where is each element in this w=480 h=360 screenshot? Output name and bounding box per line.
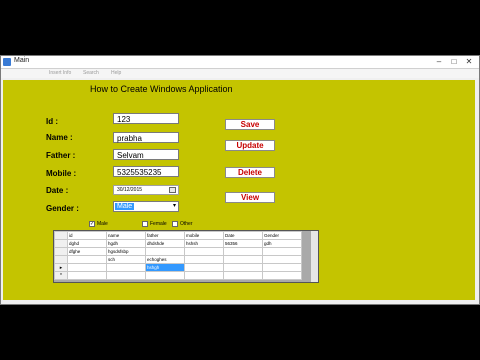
- date-value: 30/12/2015: [117, 187, 143, 193]
- chevron-down-icon[interactable]: ▾: [173, 202, 176, 211]
- gender-select[interactable]: Male ▾: [113, 201, 179, 212]
- data-grid[interactable]: id name father mobile Date Gender dghd h…: [53, 230, 319, 283]
- grid-cell[interactable]: [67, 271, 107, 280]
- table-row[interactable]: dghd hgdh dhdshde hshsh 56356 gdh: [54, 239, 302, 248]
- grid-cell[interactable]: [67, 255, 107, 264]
- grid-cell-selected[interactable]: hshgh: [145, 263, 185, 272]
- name-input[interactable]: prabha: [113, 132, 179, 143]
- grid-cell[interactable]: [262, 255, 302, 264]
- table-row-new[interactable]: *: [54, 271, 302, 280]
- grid-cell[interactable]: [106, 263, 146, 272]
- table-row[interactable]: sch echoghes: [54, 255, 302, 264]
- grid-cell[interactable]: gdh: [262, 239, 302, 248]
- id-label: Id :: [46, 117, 58, 126]
- grid-cell[interactable]: [184, 263, 224, 272]
- grid-cell[interactable]: [67, 263, 107, 272]
- grid-cell[interactable]: dhdshde: [145, 239, 185, 248]
- calendar-icon[interactable]: [169, 187, 176, 193]
- grid-cell[interactable]: dghd: [67, 239, 107, 248]
- other-label: Other: [180, 221, 193, 227]
- grid-cell[interactable]: [145, 247, 185, 256]
- table-row[interactable]: dfghe hgsdsfsbp: [54, 247, 302, 256]
- menu-item-search[interactable]: Search: [83, 70, 99, 76]
- other-checkbox[interactable]: [172, 221, 178, 227]
- row-marker[interactable]: [54, 239, 68, 248]
- column-header[interactable]: mobile: [184, 231, 224, 240]
- close-button[interactable]: ✕: [464, 57, 474, 66]
- grid-table: id name father mobile Date Gender dghd h…: [54, 231, 302, 280]
- mobile-label: Mobile :: [46, 169, 77, 178]
- grid-cell[interactable]: [223, 255, 263, 264]
- grid-cell[interactable]: hshsh: [184, 239, 224, 248]
- id-input[interactable]: 123: [113, 113, 179, 124]
- grid-cell[interactable]: [223, 247, 263, 256]
- app-icon: [3, 58, 11, 66]
- grid-cell[interactable]: [262, 263, 302, 272]
- menu-item-help[interactable]: Help: [111, 70, 121, 76]
- grid-cell[interactable]: [145, 271, 185, 280]
- grid-cell[interactable]: [184, 247, 224, 256]
- grid-cell[interactable]: [184, 255, 224, 264]
- date-label: Date :: [46, 186, 69, 195]
- name-label: Name :: [46, 133, 73, 142]
- date-picker[interactable]: 30/12/2015: [113, 185, 179, 195]
- menu-item-insert-info[interactable]: Insert Info: [49, 70, 71, 76]
- row-header-corner: [54, 231, 68, 240]
- view-button[interactable]: View: [225, 192, 275, 203]
- page-title: How to Create Windows Application: [90, 84, 233, 94]
- minimize-button[interactable]: –: [434, 57, 444, 66]
- grid-header-row: id name father mobile Date Gender: [54, 231, 302, 240]
- menu-bar: Insert Info Search Help: [1, 69, 479, 78]
- gender-selected-value: Male: [115, 203, 135, 210]
- grid-cell[interactable]: hgdh: [106, 239, 146, 248]
- update-button[interactable]: Update: [225, 140, 275, 151]
- grid-cell[interactable]: 56356: [223, 239, 263, 248]
- grid-cell[interactable]: [184, 271, 224, 280]
- grid-cell[interactable]: [223, 271, 263, 280]
- grid-cell[interactable]: [262, 271, 302, 280]
- window-title: Main: [14, 57, 30, 64]
- main-window: Main – □ ✕ Insert Info Search Help How t…: [0, 55, 480, 305]
- save-button[interactable]: Save: [225, 119, 275, 130]
- father-label: Father :: [46, 151, 76, 160]
- gender-label: Gender :: [46, 204, 79, 213]
- delete-button[interactable]: Delete: [225, 167, 275, 178]
- grid-cell[interactable]: [106, 271, 146, 280]
- row-marker[interactable]: *: [54, 271, 68, 280]
- grid-cell[interactable]: [262, 247, 302, 256]
- row-marker[interactable]: [54, 247, 68, 256]
- female-label: Female: [150, 221, 167, 227]
- male-checkbox[interactable]: ✓: [89, 221, 95, 227]
- grid-cell[interactable]: sch: [106, 255, 146, 264]
- female-checkbox[interactable]: [142, 221, 148, 227]
- table-row[interactable]: ▸ hshgh: [54, 263, 302, 272]
- grid-vertical-scrollbar[interactable]: [311, 231, 318, 282]
- row-marker[interactable]: [54, 255, 68, 264]
- column-header[interactable]: Gender: [262, 231, 302, 240]
- maximize-button[interactable]: □: [449, 57, 459, 66]
- row-marker[interactable]: ▸: [54, 263, 68, 272]
- title-bar: Main – □ ✕: [1, 56, 479, 69]
- grid-cell[interactable]: hgsdsfsbp: [106, 247, 146, 256]
- column-header[interactable]: Date: [223, 231, 263, 240]
- grid-cell[interactable]: echoghes: [145, 255, 185, 264]
- column-header[interactable]: id: [67, 231, 107, 240]
- male-label: Male: [97, 221, 108, 227]
- grid-cell[interactable]: [223, 263, 263, 272]
- grid-cell[interactable]: dfghe: [67, 247, 107, 256]
- column-header[interactable]: name: [106, 231, 146, 240]
- father-input[interactable]: Selvam: [113, 149, 179, 160]
- mobile-input[interactable]: 5325535235: [113, 166, 179, 177]
- column-header[interactable]: father: [145, 231, 185, 240]
